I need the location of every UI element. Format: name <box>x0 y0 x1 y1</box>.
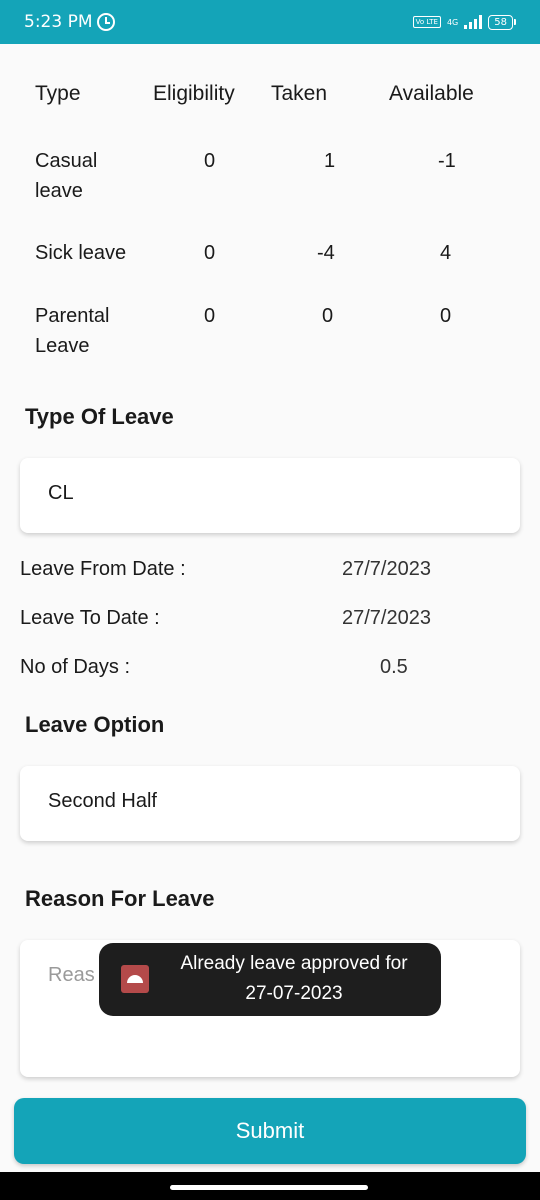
home-indicator[interactable] <box>170 1185 368 1190</box>
row-eligibility: 0 <box>204 150 216 172</box>
android-app-icon <box>121 965 149 993</box>
row-type-line2: leave <box>35 180 83 202</box>
leave-from-value[interactable]: 27/7/2023 <box>342 558 431 581</box>
signal-icon <box>464 15 483 29</box>
leave-option-title: Leave Option <box>25 712 165 737</box>
alarm-icon <box>96 13 115 31</box>
row-available: 0 <box>440 305 452 327</box>
battery-level: 58 <box>488 14 513 30</box>
row-available: 4 <box>440 242 452 264</box>
submit-button[interactable]: Submit <box>14 1098 526 1164</box>
no-of-days-value: 0.5 <box>380 656 408 678</box>
row-taken: 1 <box>324 150 336 172</box>
header-type: Type <box>35 82 81 105</box>
header-taken: Taken <box>271 82 328 105</box>
toast-text: Already leave approved for 27-07-2023 <box>163 949 425 1009</box>
row-type: Sick leave <box>35 242 127 264</box>
volte-icon: Vo LTE <box>412 16 441 28</box>
leave-from-label: Leave From Date : <box>20 558 186 580</box>
no-of-days-label: No of Days : <box>20 656 131 678</box>
status-bar: 5:23 PM Vo LTE 4G 58 <box>0 0 540 44</box>
row-eligibility: 0 <box>204 305 216 327</box>
toast-line2: 27-07-2023 <box>245 983 343 1004</box>
status-right: Vo LTE 4G 58 <box>412 14 516 30</box>
status-left: 5:23 PM <box>24 12 115 32</box>
leave-to-label: Leave To Date : <box>20 607 160 629</box>
row-type: Casual <box>35 150 98 172</box>
type-of-leave-value: CL <box>48 482 74 504</box>
row-available: -1 <box>438 150 456 172</box>
header-eligibility: Eligibility <box>153 82 235 105</box>
network-type: 4G <box>447 18 458 27</box>
battery-icon: 58 <box>488 14 516 30</box>
status-time: 5:23 PM <box>24 12 93 32</box>
row-type: Parental <box>35 305 110 327</box>
toast-line1: Already leave approved for <box>180 953 408 974</box>
toast-message: Already leave approved for 27-07-2023 <box>99 943 441 1016</box>
reason-placeholder: Reas <box>48 964 95 986</box>
leave-option-select[interactable]: Second Half <box>20 766 520 841</box>
leave-option-value: Second Half <box>48 790 157 812</box>
type-of-leave-select[interactable]: CL <box>20 458 520 533</box>
row-eligibility: 0 <box>204 242 216 264</box>
network-label: 4G <box>446 17 459 27</box>
leave-to-value[interactable]: 27/7/2023 <box>342 607 431 630</box>
type-of-leave-title: Type Of Leave <box>25 404 174 429</box>
reason-title: Reason For Leave <box>25 886 215 911</box>
row-type-line2: Leave <box>35 335 90 357</box>
navigation-bar <box>0 1172 540 1200</box>
row-taken: 0 <box>322 305 334 327</box>
row-taken: -4 <box>317 242 335 264</box>
header-available: Available <box>389 82 474 105</box>
